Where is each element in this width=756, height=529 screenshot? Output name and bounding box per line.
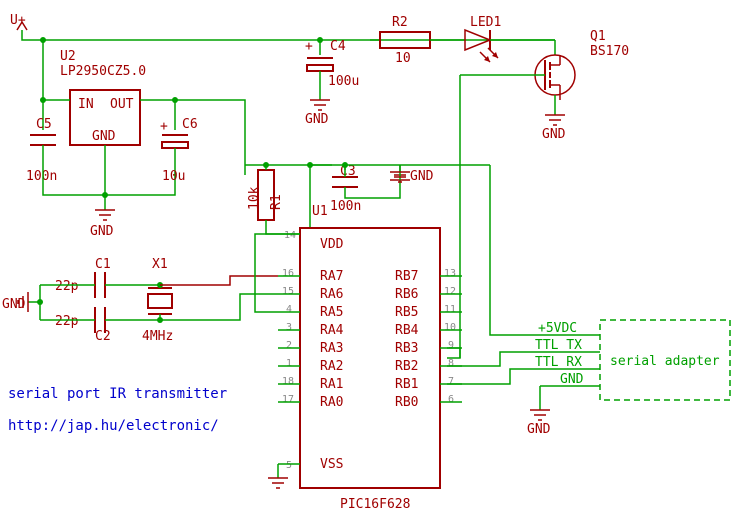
svg-text:+: +: [160, 119, 168, 134]
svg-text:4: 4: [286, 304, 292, 315]
svg-text:10: 10: [444, 322, 456, 333]
svg-text:12: 12: [444, 286, 456, 297]
u1-vss: VSS: [320, 457, 343, 472]
gnd-serial: GND: [527, 410, 551, 437]
url-text: http://jap.hu/electronic/: [8, 418, 219, 434]
svg-text:RA1: RA1: [320, 377, 343, 392]
svg-text:RB5: RB5: [395, 305, 418, 320]
u2-in: IN: [78, 97, 94, 112]
svg-text:7: 7: [448, 376, 454, 387]
q1-part: BS170: [590, 44, 629, 59]
svg-text:1: 1: [286, 358, 292, 369]
svg-text:9: 9: [448, 340, 454, 351]
u1-vdd: VDD: [320, 237, 344, 252]
line-rx: TTL RX: [535, 355, 582, 370]
svg-text:17: 17: [282, 394, 294, 405]
svg-text:16: 16: [282, 268, 294, 279]
svg-text:RA5: RA5: [320, 305, 343, 320]
gnd-u1: [268, 478, 288, 488]
svg-text:RB3: RB3: [395, 341, 418, 356]
wire-u2-out: [140, 100, 245, 175]
u1-left-pins: RA7 RA6 RA5 RA4 RA3 RA2 RA1 RA0 16 15 4 …: [282, 268, 344, 410]
wire-top-rail: [22, 30, 555, 40]
svg-text:RA4: RA4: [320, 323, 344, 338]
power-label: U+: [10, 13, 26, 28]
gnd-xtal: GND: [2, 292, 28, 312]
line-tx: TTL TX: [535, 338, 582, 353]
svg-text:GND: GND: [527, 422, 551, 437]
gnd-u2: GND: [90, 210, 115, 239]
svg-text:2: 2: [286, 340, 292, 351]
u2-ref: U2: [60, 49, 76, 64]
serial-adapter-label: serial adapter: [610, 354, 720, 369]
svg-text:GND: GND: [305, 112, 329, 127]
svg-text:RA2: RA2: [320, 359, 343, 374]
gnd-q1: GND: [542, 115, 566, 142]
c2-val: 22p: [55, 314, 79, 329]
svg-text:5: 5: [286, 460, 292, 471]
r1-val: 10k: [247, 186, 262, 210]
u1-right-pins: RB7 RB6 RB5 RB4 RB3 RB2 RB1 RB0 13 12 11…: [395, 268, 456, 410]
svg-text:8: 8: [448, 358, 454, 369]
svg-text:6: 6: [448, 394, 454, 405]
c4-ref: C4: [330, 39, 346, 54]
c2-ref: C2: [95, 329, 111, 344]
svg-text:RB7: RB7: [395, 269, 418, 284]
svg-text:18: 18: [282, 376, 294, 387]
r1-ref: R1: [269, 194, 284, 210]
svg-text:RB6: RB6: [395, 287, 418, 302]
svg-text:GND: GND: [2, 297, 26, 312]
svg-text:RA0: RA0: [320, 395, 343, 410]
svg-text:11: 11: [444, 304, 456, 315]
svg-text:13: 13: [444, 268, 456, 279]
svg-text:RB1: RB1: [395, 377, 418, 392]
svg-text:RA3: RA3: [320, 341, 343, 356]
led1-ref: LED1: [470, 15, 501, 30]
r2-val: 10: [395, 51, 411, 66]
u1-body: [300, 228, 440, 488]
svg-text:RB0: RB0: [395, 395, 418, 410]
svg-text:RA7: RA7: [320, 269, 343, 284]
u2-out: OUT: [110, 97, 134, 112]
svg-text:14: 14: [284, 230, 296, 241]
c5-val: 100n: [26, 169, 57, 184]
line-5v: +5VDC: [538, 321, 577, 336]
gnd-c4: GND: [305, 100, 330, 127]
u2-gnd: GND: [92, 129, 116, 144]
title-text: serial port IR transmitter: [8, 386, 227, 402]
c4-val: 100u: [328, 74, 359, 89]
svg-text:GND: GND: [90, 224, 114, 239]
c1-val: 22p: [55, 279, 79, 294]
c3-val: 100n: [330, 199, 361, 214]
schematic: U+ U2 LP2950CZ5.0 IN OUT GND C5 100n GND…: [0, 0, 756, 529]
svg-text:RB2: RB2: [395, 359, 418, 374]
c6-ref: C6: [182, 117, 198, 132]
svg-text:15: 15: [282, 286, 294, 297]
c1-ref: C1: [95, 257, 111, 272]
x1-ref: X1: [152, 257, 168, 272]
u2-part: LP2950CZ5.0: [60, 64, 146, 79]
c6-val: 10u: [162, 169, 185, 184]
c5-ref: C5: [36, 117, 52, 132]
svg-text:+: +: [305, 39, 313, 54]
svg-text:GND: GND: [410, 169, 434, 184]
line-gnd: GND: [560, 372, 584, 387]
r2-ref: R2: [392, 15, 408, 30]
u1-ref: U1: [312, 204, 328, 219]
svg-text:3: 3: [286, 322, 292, 333]
svg-text:RB4: RB4: [395, 323, 419, 338]
svg-text:GND: GND: [542, 127, 566, 142]
svg-text:RA6: RA6: [320, 287, 343, 302]
x1-val: 4MHz: [142, 329, 173, 344]
q1-ref: Q1: [590, 29, 606, 44]
u1-part: PIC16F628: [340, 497, 410, 512]
